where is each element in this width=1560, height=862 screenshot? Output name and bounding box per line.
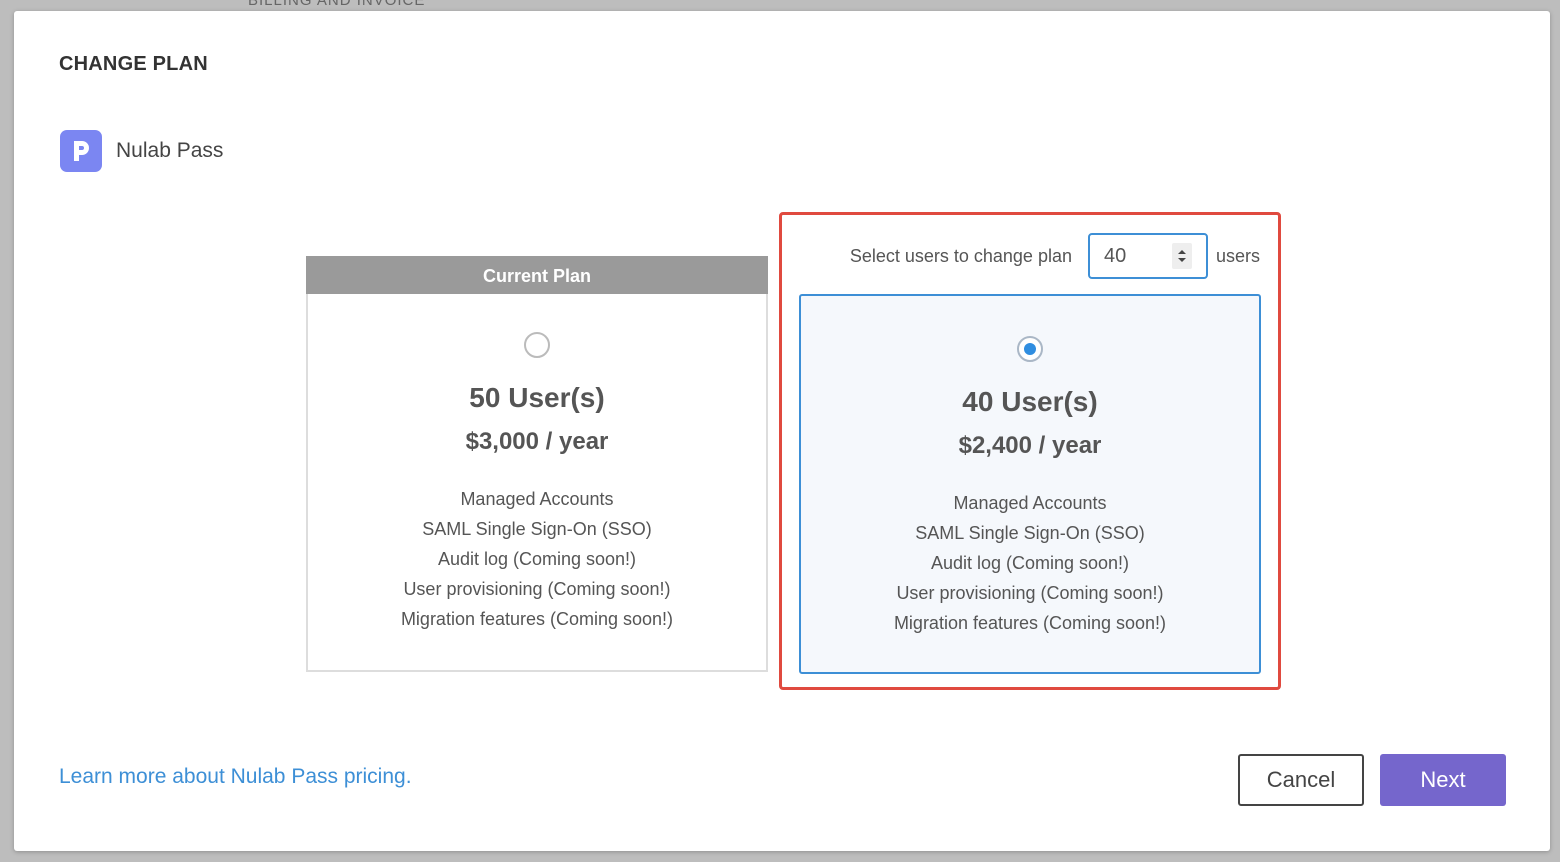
feature-item: Audit log (Coming soon!) xyxy=(930,553,1130,573)
users-quantity-stepper[interactable]: 40 xyxy=(1087,233,1208,279)
select-users-label: Select users to change plan xyxy=(849,245,1072,266)
current-plan-card[interactable]: Current Plan 50 User(s) $3,000 / year Ma… xyxy=(306,256,768,672)
current-plan-header: Current Plan xyxy=(306,256,768,294)
current-plan-price: $3,000 / year xyxy=(465,428,609,455)
feature-item: SAML Single Sign-On (SSO) xyxy=(915,523,1145,543)
current-plan-features: Managed Accounts SAML Single Sign-On (SS… xyxy=(308,484,766,634)
users-quantity-value: 40 xyxy=(1103,244,1127,267)
learn-more-pricing-link[interactable]: Learn more about Nulab Pass pricing. xyxy=(59,765,412,789)
current-plan-radio[interactable] xyxy=(524,332,550,358)
stepper-arrows-icon[interactable] xyxy=(1171,243,1192,269)
users-suffix: users xyxy=(1215,245,1260,266)
change-plan-modal: CHANGE PLAN Nulab Pass Current Plan 50 U… xyxy=(14,11,1550,851)
product-header: Nulab Pass xyxy=(60,130,223,172)
new-plan-users: 40 User(s) xyxy=(962,386,1098,417)
feature-item: Audit log (Coming soon!) xyxy=(437,549,637,569)
new-plan-highlight: Select users to change plan 40 users 40 … xyxy=(779,212,1281,690)
product-name: Nulab Pass xyxy=(116,139,224,162)
feature-item: SAML Single Sign-On (SSO) xyxy=(422,519,652,539)
next-button[interactable]: Next xyxy=(1380,754,1506,806)
feature-item: Managed Accounts xyxy=(460,489,614,509)
new-plan-card[interactable]: 40 User(s) $2,400 / year Managed Account… xyxy=(799,294,1261,674)
feature-item: Managed Accounts xyxy=(953,493,1107,513)
users-selector-row: Select users to change plan 40 users xyxy=(782,233,1278,279)
new-plan-price: $2,400 / year xyxy=(958,432,1102,459)
new-plan-features: Managed Accounts SAML Single Sign-On (SS… xyxy=(801,488,1259,638)
new-plan-radio[interactable] xyxy=(1017,336,1043,362)
modal-title: CHANGE PLAN xyxy=(59,53,208,75)
backdrop-heading: BILLING AND INVOICE xyxy=(248,0,426,9)
current-plan-users: 50 User(s) xyxy=(469,382,605,413)
feature-item: Migration features (Coming soon!) xyxy=(400,609,674,629)
cancel-button[interactable]: Cancel xyxy=(1238,754,1364,806)
nulab-pass-logo-icon xyxy=(60,130,102,172)
feature-item: Migration features (Coming soon!) xyxy=(893,613,1167,633)
feature-item: User provisioning (Coming soon!) xyxy=(896,583,1164,603)
feature-item: User provisioning (Coming soon!) xyxy=(403,579,671,599)
